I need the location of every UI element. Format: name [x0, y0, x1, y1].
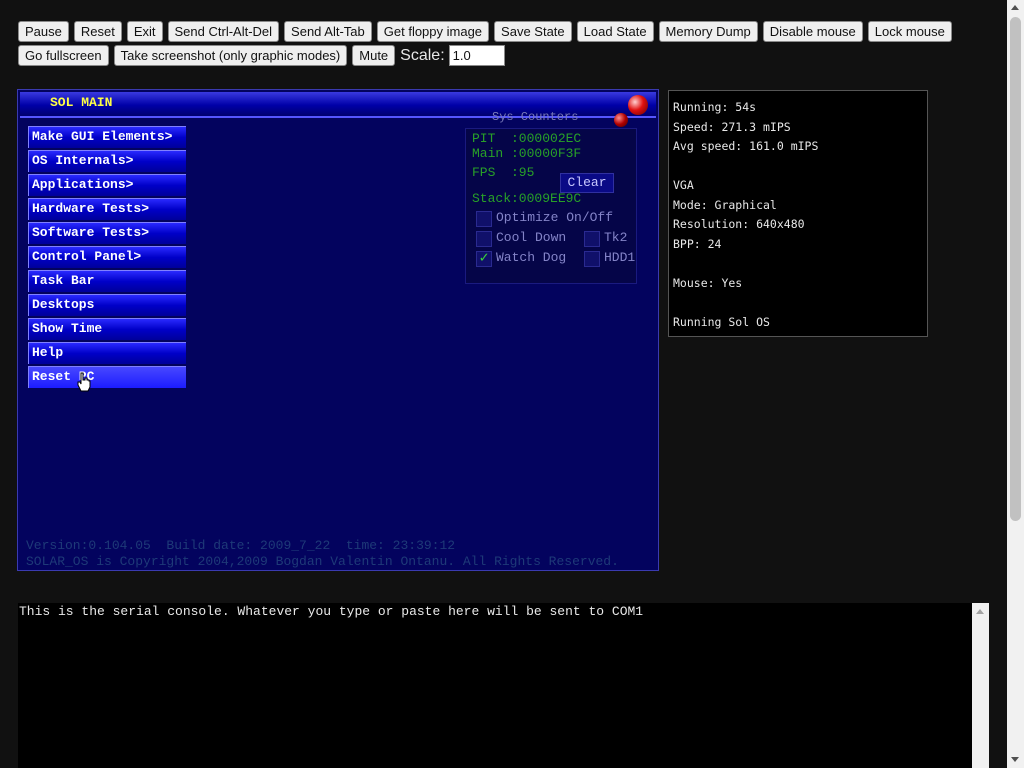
watch-dog-checkbox[interactable]: ✓: [476, 251, 492, 267]
toolbar-row-1: Pause Reset Exit Send Ctrl-Alt-Del Send …: [18, 21, 998, 42]
fps-counter: FPS :95: [472, 165, 535, 180]
lock-mouse-button[interactable]: Lock mouse: [867, 21, 952, 42]
scale-input[interactable]: [448, 45, 505, 66]
avg-speed-value: Avg speed: 161.0 mIPS: [673, 139, 819, 153]
mute-button[interactable]: Mute: [352, 45, 396, 66]
tk2-label: Tk2: [604, 230, 628, 245]
window-title: SOL MAIN: [50, 95, 113, 110]
stack-counter: Stack:0009EE9C: [472, 191, 582, 206]
mouse-status: Mouse: Yes: [673, 275, 743, 290]
pause-button[interactable]: Pause: [18, 21, 69, 42]
cool-down-checkbox[interactable]: [476, 231, 492, 247]
floppy-image-button[interactable]: Get floppy image: [376, 21, 490, 42]
scrollbar-thumb[interactable]: [1010, 17, 1021, 521]
vga-mode: Mode: Graphical: [673, 197, 777, 212]
running-time: Running: 54s: [673, 100, 757, 114]
hand-cursor-icon: [77, 372, 91, 392]
menu-item-applications[interactable]: Applications>: [28, 174, 186, 196]
menu-item-show-time[interactable]: Show Time: [28, 318, 186, 340]
cool-down-label: Cool Down: [496, 230, 567, 245]
menu-item-reset-pc[interactable]: Reset PC: [28, 366, 186, 388]
menu-item-desktops[interactable]: Desktops: [28, 294, 186, 316]
emulator-screen[interactable]: SOL MAIN Make GUI Elements> OS Internals…: [17, 89, 659, 571]
save-state-button[interactable]: Save State: [494, 21, 572, 42]
close-ball-icon[interactable]: [628, 95, 648, 115]
emulator-toolbar: Pause Reset Exit Send Ctrl-Alt-Del Send …: [18, 21, 998, 69]
menu-item-task-bar[interactable]: Task Bar: [28, 270, 186, 292]
main-counter: Main :00000F3F: [472, 146, 582, 161]
counters-close-ball-icon[interactable]: [614, 113, 628, 127]
menu-item-help[interactable]: Help: [28, 342, 186, 364]
emulator-info-panel: Running: 54s Speed: 271.3 mIPS Avg speed…: [668, 90, 928, 337]
alt-tab-button[interactable]: Send Alt-Tab: [284, 21, 372, 42]
toolbar-row-2: Go fullscreen Take screenshot (only grap…: [18, 45, 998, 66]
scroll-down-arrow-icon[interactable]: [1011, 757, 1019, 762]
tk2-checkbox[interactable]: [584, 231, 600, 247]
sys-counters-panel: Sys Counters PIT :000002EC Main :00000F3…: [465, 110, 637, 284]
scale-label: Scale:: [400, 47, 445, 64]
sys-counters-title: Sys Counters: [492, 110, 579, 124]
serial-console-text: This is the serial console. Whatever you…: [19, 604, 644, 619]
menu-item-os-internals[interactable]: OS Internals>: [28, 150, 186, 172]
hdd1-label: HDD1: [604, 250, 636, 265]
console-scrollbar[interactable]: [972, 603, 989, 768]
menu-item-hardware-tests[interactable]: Hardware Tests>: [28, 198, 186, 220]
scroll-up-arrow-icon[interactable]: [1011, 5, 1019, 10]
fullscreen-button[interactable]: Go fullscreen: [18, 45, 109, 66]
main-menu: Make GUI Elements> OS Internals> Applica…: [28, 126, 186, 390]
reset-button[interactable]: Reset: [73, 21, 122, 42]
clear-counters-button[interactable]: Clear: [560, 173, 614, 193]
menu-item-software-tests[interactable]: Software Tests>: [28, 222, 186, 244]
menu-item-control-panel[interactable]: Control Panel>: [28, 246, 186, 268]
serial-console[interactable]: This is the serial console. Whatever you…: [18, 603, 972, 768]
vga-header: VGA: [673, 178, 694, 192]
page-scrollbar[interactable]: [1007, 0, 1024, 768]
optimize-label: Optimize On/Off: [496, 210, 614, 225]
ctrl-alt-del-button[interactable]: Send Ctrl-Alt-Del: [167, 21, 280, 42]
menu-item-make-gui-elements[interactable]: Make GUI Elements>: [28, 126, 186, 148]
load-state-button[interactable]: Load State: [576, 21, 654, 42]
scroll-up-arrow-icon[interactable]: [976, 609, 984, 614]
checkmark-icon: ✓: [479, 250, 489, 267]
copyright-line: SOLAR_OS is Copyright 2004,2009 Bogdan V…: [26, 554, 619, 569]
optimize-checkbox[interactable]: [476, 211, 492, 227]
exit-button[interactable]: Exit: [126, 21, 163, 42]
disable-mouse-button[interactable]: Disable mouse: [762, 21, 863, 42]
memory-dump-button[interactable]: Memory Dump: [658, 21, 758, 42]
speed-value: Speed: 271.3 mIPS: [673, 119, 791, 134]
screenshot-button[interactable]: Take screenshot (only graphic modes): [113, 45, 348, 66]
hdd1-checkbox[interactable]: [584, 251, 600, 267]
watch-dog-label: Watch Dog: [496, 250, 567, 265]
os-status: Running Sol OS: [673, 314, 770, 329]
pit-counter: PIT :000002EC: [472, 131, 582, 146]
version-line: Version:0.104.05 Build date: 2009_7_22 t…: [26, 538, 456, 553]
vga-resolution: Resolution: 640x480: [673, 217, 805, 231]
vga-bpp: BPP: 24: [673, 236, 722, 251]
